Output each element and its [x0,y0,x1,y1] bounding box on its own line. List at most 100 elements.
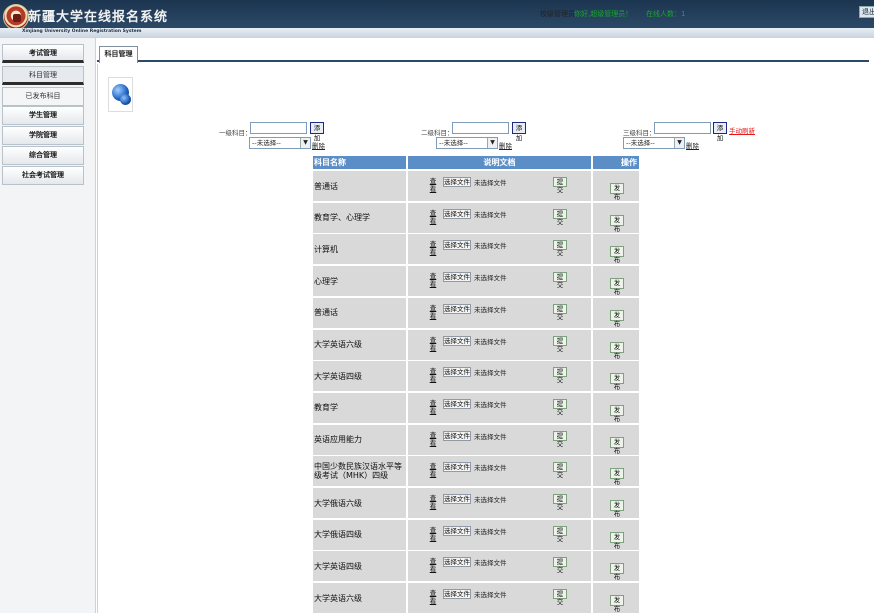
sidebar-item-general-management[interactable]: 综合管理 [2,146,84,165]
document-cell: 查 看选择文件 未选择文件 提交 [408,519,591,550]
publish-button[interactable]: 发布 [610,278,624,296]
submit-button[interactable]: 提交 [553,462,567,479]
view-document-link[interactable]: 查 看 [426,240,440,256]
choose-file-button[interactable]: 选择文件 [443,525,471,536]
file-status: 未选择文件 [474,179,507,187]
tab-subject-management[interactable]: 科目管理 [99,46,138,63]
publish-button[interactable]: 发布 [610,373,624,391]
submit-button[interactable]: 提交 [553,367,567,384]
level2-delete-link[interactable]: 删除 [499,140,512,150]
table-row: 大学俄语六级 查 看选择文件 未选择文件 提交 发布 [313,488,639,519]
submit-button[interactable]: 提交 [553,177,567,194]
file-status: 未选择文件 [474,274,507,283]
publish-button[interactable]: 发布 [610,563,624,581]
choose-file-button[interactable]: 选择文件 [443,430,471,441]
table-row: 中国少数民族汉语水平等级考试（MHK）四级 查 看选择文件 未选择文件 提交 发布 [313,456,639,487]
publish-button[interactable]: 发布 [610,531,624,550]
subject-name: 教育学、心理学 [313,202,406,233]
sidebar-item-student-management[interactable]: 学生管理 [2,106,84,125]
sidebar-item-published-subjects[interactable]: 已发布科目 [2,87,84,106]
subject-name: 大学俄语六级 [313,488,406,518]
choose-file-button[interactable]: 选择文件 [443,494,471,504]
subject-name: 大学英语六级 [313,329,406,360]
choose-file-button[interactable]: 选择文件 [443,462,471,473]
subject-name: 计算机 [313,234,406,265]
submit-button[interactable]: 提交 [553,589,567,606]
operation-cell: 发布 [593,297,639,328]
publish-button[interactable]: 发布 [610,246,624,264]
manual-refresh-link[interactable]: 手动刷新 [729,125,755,135]
choose-file-button[interactable]: 选择文件 [443,177,471,187]
level3-add-button[interactable]: 添加 [713,122,727,142]
level2-select[interactable]: --未选择-- ▼ [436,137,498,149]
choose-file-button[interactable]: 选择文件 [443,589,471,600]
choose-file-button[interactable]: 选择文件 [443,272,471,283]
view-document-link[interactable]: 查 看 [426,367,440,383]
submit-button[interactable]: 提交 [553,557,567,574]
document-cell: 查 看选择文件 未选择文件 提交 [408,583,591,614]
submit-button[interactable]: 提交 [553,430,567,448]
sidebar-item-college-management[interactable]: 学院管理 [2,126,84,145]
user-role: 校级管理员 [540,10,575,18]
table-row: 大学英语六级 查 看选择文件 未选择文件 提交 发布 [313,329,639,361]
view-document-link[interactable]: 查 看 [426,336,440,352]
submit-button[interactable]: 提交 [553,335,567,353]
level1-add-button[interactable]: 添加 [310,122,324,142]
user-greeting: 你好,超级管理员！ [574,10,633,18]
level1-select[interactable]: --未选择-- ▼ [249,137,311,149]
publish-button[interactable]: 发布 [610,500,624,518]
view-document-link[interactable]: 查 看 [426,494,440,510]
choose-file-button[interactable]: 选择文件 [443,398,471,409]
document-cell: 查 看选择文件 未选择文件 提交 [408,202,591,233]
submit-button[interactable]: 提交 [553,240,567,257]
view-document-link[interactable]: 查 看 [426,304,440,320]
file-status: 未选择文件 [474,242,507,251]
view-document-link[interactable]: 查 看 [426,526,440,542]
publish-button[interactable]: 发布 [610,341,624,360]
document-cell: 查 看选择文件 未选择文件 提交 [408,266,591,297]
level3-delete-link[interactable]: 删除 [686,140,699,150]
view-document-link[interactable]: 查 看 [426,399,440,415]
publish-button[interactable]: 发布 [610,404,624,423]
view-document-link[interactable]: 查 看 [426,272,440,288]
sidebar: 考试管理 科目管理 已发布科目 学生管理 学院管理 综合管理 社会考试管理 [0,38,96,613]
view-document-link[interactable]: 查 看 [426,462,440,478]
submit-button[interactable]: 提交 [553,303,567,321]
logout-button[interactable]: 退出 [859,6,874,18]
sidebar-item-subject-management[interactable]: 科目管理 [2,66,84,85]
submit-button[interactable]: 提交 [553,398,567,416]
publish-button[interactable]: 发布 [610,309,624,328]
document-cell: 查 看选择文件 未选择文件 提交 [408,329,591,360]
view-document-link[interactable]: 查 看 [426,589,440,605]
level3-select[interactable]: --未选择-- ▼ [623,137,685,149]
publish-button[interactable]: 发布 [610,436,624,455]
level2-input[interactable] [452,122,509,134]
choose-file-button[interactable]: 选择文件 [443,557,471,568]
choose-file-button[interactable]: 选择文件 [443,303,471,314]
publish-button[interactable]: 发布 [610,595,624,613]
publish-button[interactable]: 发布 [610,468,624,486]
file-status: 未选择文件 [474,210,507,219]
submit-button[interactable]: 提交 [553,272,567,289]
submit-button[interactable]: 提交 [553,525,567,543]
view-document-link[interactable]: 查 看 [426,209,440,225]
level3-input[interactable] [654,122,711,134]
sidebar-item-social-exam-management[interactable]: 社会考试管理 [2,166,84,185]
choose-file-button[interactable]: 选择文件 [443,240,471,251]
view-document-link[interactable]: 查 看 [426,431,440,447]
submit-button[interactable]: 提交 [553,494,567,511]
sidebar-item-exam-management[interactable]: 考试管理 [2,44,84,63]
level1-input[interactable] [250,122,307,134]
publish-button[interactable]: 发布 [610,183,624,201]
view-document-link[interactable]: 查 看 [426,177,440,193]
view-document-link[interactable]: 查 看 [426,557,440,573]
subject-name: 普通话 [313,171,406,201]
operation-cell: 发布 [593,583,639,614]
submit-button[interactable]: 提交 [553,208,567,226]
choose-file-button[interactable]: 选择文件 [443,208,471,219]
level1-delete-link[interactable]: 删除 [312,140,325,150]
choose-file-button[interactable]: 选择文件 [443,335,471,346]
level2-add-button[interactable]: 添加 [512,122,526,142]
publish-button[interactable]: 发布 [610,214,624,233]
choose-file-button[interactable]: 选择文件 [443,367,471,378]
